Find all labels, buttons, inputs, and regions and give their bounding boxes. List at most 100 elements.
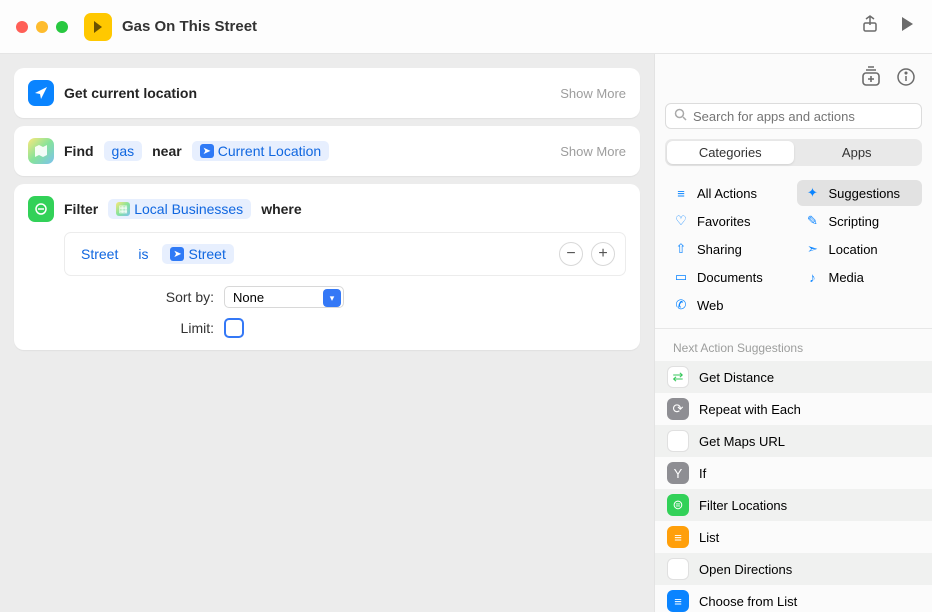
category-documents[interactable]: ▭ Documents (665, 264, 791, 290)
category-all-actions[interactable]: ≡All Actions (665, 180, 791, 206)
suggestion-label: Get Maps URL (699, 434, 785, 449)
search-query-token[interactable]: gas (104, 141, 143, 161)
search-input[interactable] (693, 109, 913, 124)
suggestion-if[interactable]: Y If (655, 457, 932, 489)
category-icon: ✦ (805, 185, 821, 201)
minimize-window-button[interactable] (36, 21, 48, 33)
suggestion-get-distance[interactable]: ⇄Get Distance (655, 361, 932, 393)
filter-icon (28, 196, 54, 222)
suggestion-label: Choose from List (699, 594, 797, 609)
suggestions-header: Next Action Suggestions (655, 328, 932, 361)
run-icon[interactable] (898, 15, 916, 38)
search-input-wrapper[interactable] (665, 103, 922, 129)
suggestion-icon: ⇄ (667, 366, 689, 388)
suggestion-icon: 🗺 (667, 430, 689, 452)
suggestion-label: Repeat with Each (699, 402, 801, 417)
category-icon: ➣ (805, 241, 821, 257)
category-label: Web (697, 298, 724, 313)
category-icon: ✆ (673, 297, 689, 313)
document-title: Gas On This Street (122, 18, 257, 35)
library-sidebar: Categories Apps ≡All Actions ✦ Suggestions… (654, 54, 932, 612)
category-media[interactable]: ♪ Media (797, 264, 923, 290)
content: Get current location Show More Find gas … (0, 54, 932, 612)
filter-condition-row: Street is ➤ Street − + (64, 232, 626, 276)
category-icon: ♪ (805, 270, 821, 285)
location-variable-token[interactable]: ➤ Current Location (192, 141, 330, 161)
category-favorites[interactable]: ♡ Favorites (665, 208, 791, 234)
sort-by-label: Sort by: (64, 289, 214, 305)
action-find-local-businesses[interactable]: Find gas near ➤ Current Location Show Mo… (14, 126, 640, 176)
window: Gas On This Street Get current location … (0, 0, 932, 612)
suggestion-icon: ≡ (667, 526, 689, 548)
tab-categories[interactable]: Categories (667, 141, 794, 164)
category-web[interactable]: ✆ Web (665, 292, 791, 318)
action-get-current-location[interactable]: Get current location Show More (14, 68, 640, 118)
suggestion-choose-from-list[interactable]: ≡ Choose from List (655, 585, 932, 612)
search-icon (674, 108, 687, 124)
suggestion-icon: ⊜ (667, 494, 689, 516)
filter-value-token[interactable]: ➤ Street (162, 244, 233, 264)
show-more-button[interactable]: Show More (560, 86, 626, 101)
suggestions-list: ⇄Get Distance⟳Repeat with Each 🗺 Get Maps … (655, 361, 932, 612)
category-label: Favorites (697, 214, 750, 229)
suggestion-icon: Y (667, 462, 689, 484)
businesses-variable-token[interactable]: ▦ Local Businesses (108, 199, 251, 219)
category-icon: ✎ (805, 213, 821, 229)
suggestion-icon: 🗺 (667, 558, 689, 580)
library-icon[interactable] (860, 66, 882, 93)
suggestion-open-directions[interactable]: 🗺 Open Directions (655, 553, 932, 585)
chevron-updown-icon: ▾ (323, 289, 341, 307)
filter-operator-selector[interactable]: is (132, 244, 154, 264)
suggestion-label: If (699, 466, 706, 481)
suggestion-label: List (699, 530, 719, 545)
share-icon[interactable] (860, 14, 880, 39)
library-tabs: Categories Apps (665, 139, 922, 166)
category-icon: ♡ (673, 213, 689, 229)
categories-list: ≡All Actions ✦ Suggestions ♡ Favorites ✎ Scrip… (655, 176, 932, 328)
tab-apps[interactable]: Apps (794, 141, 921, 164)
suggestion-get-maps-url[interactable]: 🗺 Get Maps URL (655, 425, 932, 457)
suggestion-repeat-with-each[interactable]: ⟳Repeat with Each (655, 393, 932, 425)
action-title: Get current location (64, 85, 197, 101)
suggestion-icon: ≡ (667, 590, 689, 612)
action-suffix: where (261, 201, 301, 217)
sort-by-select[interactable]: None ▾ (224, 286, 344, 308)
suggestion-label: Open Directions (699, 562, 792, 577)
limit-label: Limit: (64, 320, 214, 336)
limit-row: Limit: (64, 318, 626, 338)
suggestion-list[interactable]: ≡ List (655, 521, 932, 553)
location-arrow-icon: ➤ (200, 144, 214, 158)
category-label: Location (829, 242, 878, 257)
zoom-window-button[interactable] (56, 21, 68, 33)
category-scripting[interactable]: ✎ Scripting (797, 208, 923, 234)
remove-condition-button[interactable]: − (559, 242, 583, 266)
close-window-button[interactable] (16, 21, 28, 33)
window-controls (16, 21, 68, 33)
titlebar: Gas On This Street (0, 0, 932, 54)
location-arrow-icon: ➤ (170, 247, 184, 261)
info-icon[interactable] (896, 67, 916, 92)
workflow-canvas[interactable]: Get current location Show More Find gas … (0, 54, 654, 612)
category-label: Documents (697, 270, 763, 285)
add-condition-button[interactable]: + (591, 242, 615, 266)
limit-checkbox[interactable] (224, 318, 244, 338)
action-prefix: Find (64, 143, 94, 159)
action-filter-locations[interactable]: Filter ▦ Local Businesses where Street i… (14, 184, 640, 350)
shortcuts-app-icon (84, 13, 112, 41)
category-sharing[interactable]: ⇧ Sharing (665, 236, 791, 262)
suggestion-filter-locations[interactable]: ⊜Filter Locations (655, 489, 932, 521)
category-icon: ▭ (673, 269, 689, 285)
category-label: Media (829, 270, 864, 285)
category-label: Sharing (697, 242, 742, 257)
action-mid: near (152, 143, 182, 159)
category-icon: ⇧ (673, 241, 689, 257)
filter-field-selector[interactable]: Street (75, 244, 124, 264)
location-arrow-icon (28, 80, 54, 106)
sort-by-row: Sort by: None ▾ (64, 286, 626, 308)
category-label: Scripting (829, 214, 880, 229)
category-icon: ≡ (673, 186, 689, 201)
category-suggestions[interactable]: ✦ Suggestions (797, 180, 923, 206)
category-location[interactable]: ➣ Location (797, 236, 923, 262)
show-more-button[interactable]: Show More (560, 144, 626, 159)
category-label: Suggestions (829, 186, 901, 201)
